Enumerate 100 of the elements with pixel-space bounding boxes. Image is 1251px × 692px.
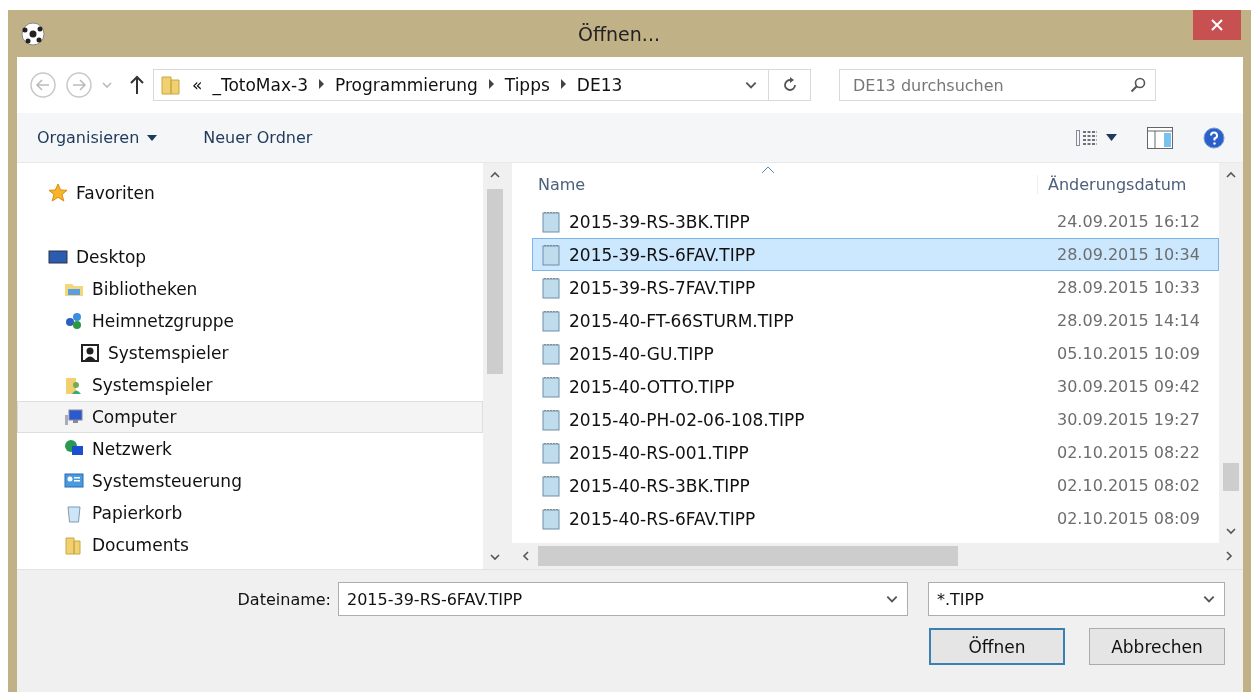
filename-label: Dateiname:	[237, 589, 331, 609]
scrollbar-thumb[interactable]	[1223, 463, 1239, 491]
file-row[interactable]: 2015-40-FT-66STURM.TIPP 28.09.2015 14:14	[532, 304, 1219, 337]
help-icon	[1203, 126, 1225, 149]
breadcrumb[interactable]: _TotoMax-3	[212, 75, 308, 95]
file-name: 2015-40-PH-02-06-108.TIPP	[569, 409, 805, 430]
file-name: 2015-40-GU.TIPP	[569, 343, 714, 364]
navigation-item[interactable]: Favoriten	[17, 177, 483, 209]
name-column-header[interactable]: Name	[512, 174, 1037, 194]
text-file-icon	[541, 507, 561, 530]
help-button[interactable]	[1203, 126, 1225, 149]
text-file-icon	[541, 309, 561, 332]
file-date: 28.09.2015 10:33	[1056, 278, 1201, 297]
text-file-icon	[541, 474, 561, 497]
file-name: 2015-40-RS-3BK.TIPP	[569, 475, 750, 496]
file-date: 02.10.2015 08:22	[1056, 443, 1201, 462]
organize-menu[interactable]: Organisieren	[37, 128, 158, 147]
recent-locations-button[interactable]	[101, 79, 113, 91]
file-name: 2015-40-OTTO.TIPP	[569, 376, 735, 397]
navigation-item[interactable]: Systemsteuerung	[17, 465, 483, 497]
close-button[interactable]	[1193, 10, 1241, 40]
star-icon	[48, 183, 68, 203]
dialog-button[interactable]: Abbrechen	[1089, 628, 1225, 665]
file-row[interactable]: 2015-40-RS-3BK.TIPP 02.10.2015 08:02	[532, 469, 1219, 502]
search-icon	[1130, 77, 1146, 93]
file-name: 2015-39-RS-3BK.TIPP	[569, 211, 750, 232]
up-arrow-icon	[129, 75, 145, 95]
text-file-icon	[541, 375, 561, 398]
new-folder-button[interactable]: Neuer Ordner	[203, 128, 313, 147]
file-date: 02.10.2015 08:02	[1056, 476, 1201, 495]
file-name: 2015-40-RS-001.TIPP	[569, 442, 749, 463]
text-file-icon	[541, 210, 561, 233]
scroll-left-icon	[520, 550, 532, 562]
file-row[interactable]: 2015-39-RS-7FAV.TIPP 28.09.2015 10:33	[532, 271, 1219, 304]
right-triangle-icon	[317, 79, 325, 89]
address-bar[interactable]: « _TotoMax-3 Programmierung Tipps DE13	[153, 69, 811, 101]
network-spheres-icon	[64, 311, 84, 331]
control-panel-icon	[64, 471, 84, 491]
dropdown-triangle-icon	[1106, 134, 1117, 141]
scroll-down-icon	[489, 551, 501, 563]
file-row[interactable]: 2015-40-PH-02-06-108.TIPP 30.09.2015 19:27	[532, 403, 1219, 436]
folder-icon	[64, 535, 84, 555]
refresh-icon	[781, 77, 798, 93]
text-file-icon	[541, 243, 561, 266]
computer-icon	[64, 407, 84, 427]
text-file-icon	[541, 276, 561, 299]
file-date: 05.10.2015 10:09	[1056, 344, 1201, 363]
monitor-icon	[48, 247, 68, 267]
file-name: 2015-40-RS-6FAV.TIPP	[569, 508, 756, 529]
navigation-item[interactable]: Heimnetzgruppe	[17, 305, 483, 337]
soccer-ball-icon	[21, 21, 45, 46]
text-file-icon	[541, 342, 561, 365]
dropdown-triangle-icon	[147, 134, 158, 141]
text-file-icon	[541, 441, 561, 464]
breadcrumb[interactable]: Programmierung	[334, 75, 478, 95]
file-row[interactable]: 2015-40-OTTO.TIPP 30.09.2015 09:42	[532, 370, 1219, 403]
file-name: 2015-39-RS-6FAV.TIPP	[569, 244, 756, 265]
sort-caret-icon	[762, 166, 774, 173]
scroll-right-icon	[1223, 550, 1235, 562]
filename-field[interactable]: 2015-39-RS-6FAV.TIPP	[338, 582, 908, 616]
breadcrumb[interactable]: DE13	[576, 75, 623, 95]
navigation-item[interactable]: Desktop	[17, 241, 483, 273]
file-row[interactable]: 2015-39-RS-6FAV.TIPP 28.09.2015 10:34	[532, 238, 1219, 271]
file-date: 30.09.2015 19:27	[1056, 410, 1201, 429]
navigation-item[interactable]: Bibliotheken	[17, 273, 483, 305]
preview-pane-icon	[1147, 126, 1173, 149]
file-date: 28.09.2015 14:14	[1056, 311, 1201, 330]
file-date: 02.10.2015 08:09	[1056, 509, 1201, 528]
file-row[interactable]: 2015-40-RS-001.TIPP 02.10.2015 08:22	[532, 436, 1219, 469]
right-triangle-icon	[487, 79, 495, 89]
close-icon	[1211, 19, 1223, 31]
up-button[interactable]	[129, 75, 145, 95]
breadcrumb[interactable]: Tipps	[504, 75, 550, 95]
text-file-icon	[541, 408, 561, 431]
dialog-button[interactable]: Öffnen	[929, 628, 1065, 665]
file-row[interactable]: 2015-40-RS-6FAV.TIPP 02.10.2015 08:09	[532, 502, 1219, 535]
user-folder-icon	[64, 375, 84, 395]
file-row[interactable]: 2015-40-GU.TIPP 05.10.2015 10:09	[532, 337, 1219, 370]
navigation-item[interactable]: Computer	[17, 401, 483, 433]
caret-icon	[101, 79, 113, 91]
right-triangle-icon	[559, 79, 567, 89]
navigation-item[interactable]: Systemspieler	[17, 369, 483, 401]
preview-pane-button[interactable]	[1147, 126, 1173, 149]
window-title: Öffnen...	[577, 22, 661, 45]
navigation-item[interactable]: Netzwerk	[17, 433, 483, 465]
navigation-item[interactable]: Documents	[17, 529, 483, 561]
file-type-dropdown[interactable]: *.TIPP	[928, 582, 1225, 616]
navigation-item[interactable]: Systemspieler	[17, 337, 483, 369]
details-view-icon	[1076, 129, 1098, 146]
scrollbar-thumb[interactable]	[487, 189, 503, 374]
navigation-item[interactable]: Papierkorb	[17, 497, 483, 529]
user-icon	[80, 343, 100, 363]
file-row[interactable]: 2015-39-RS-3BK.TIPP 24.09.2015 16:12	[532, 205, 1219, 238]
search-field[interactable]: DE13 durchsuchen	[839, 69, 1156, 101]
file-date: 28.09.2015 10:34	[1056, 245, 1201, 264]
file-name: 2015-39-RS-7FAV.TIPP	[569, 277, 756, 298]
overflow-chevrons[interactable]: «	[192, 75, 203, 95]
view-options-button[interactable]	[1076, 129, 1117, 146]
scroll-down-icon	[1225, 525, 1237, 537]
scrollbar-thumb[interactable]	[538, 546, 958, 566]
